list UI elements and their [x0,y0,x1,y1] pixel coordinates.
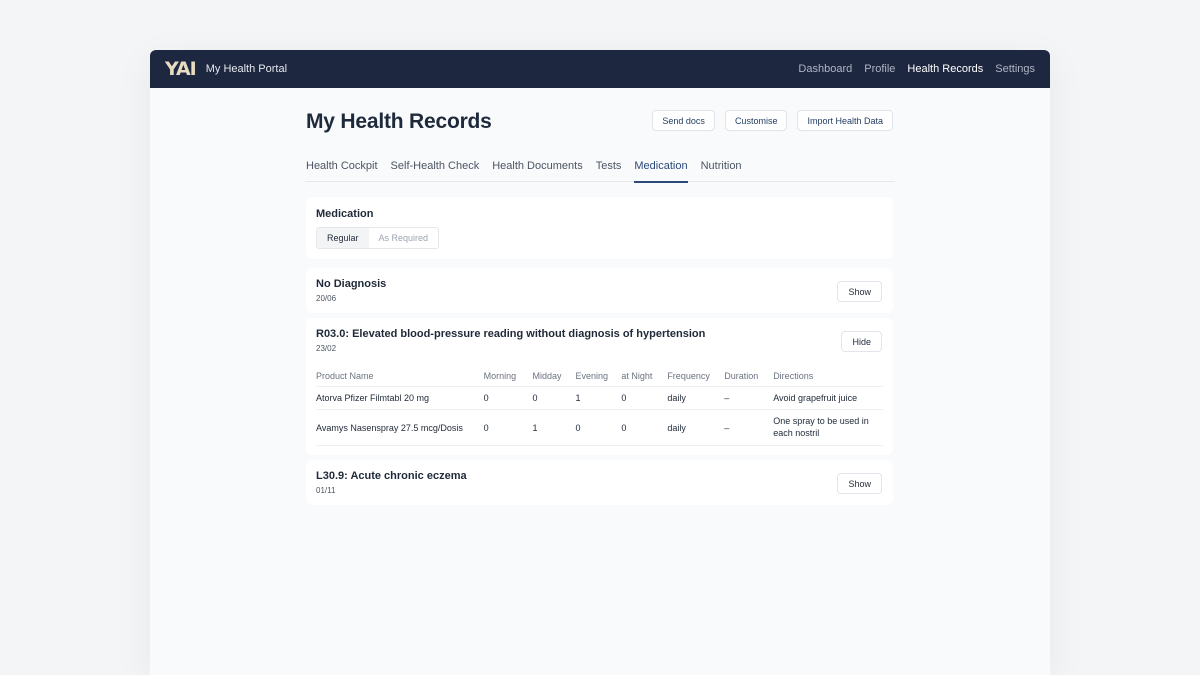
directions: Avoid grapefruit juice [773,386,883,410]
diagnosis-card-r03: R03.0: Elevated blood-pressure reading w… [306,318,893,455]
show-button[interactable]: Show [837,281,882,302]
product-name[interactable]: Avamys Nasenspray 27.5 mcg/Dosis [316,409,484,447]
segment-regular[interactable]: Regular [317,228,369,248]
diagnosis-title: No Diagnosis [316,278,387,290]
product-name[interactable]: Atorva Pfizer Filmtabl 20 mg [316,386,484,410]
diagnosis-title: R03.0: Elevated blood-pressure reading w… [316,328,706,340]
tab-health-cockpit[interactable]: Health Cockpit [306,154,378,183]
page-header: My Health Records Send docs Customise Im… [305,88,895,154]
diagnosis-card-l30: L30.9: Acute chronic eczema 01/11 Show [306,460,893,505]
tab-medication[interactable]: Medication [634,154,688,183]
col-evening: Evening [575,367,622,387]
col-morning: Morning [483,367,533,387]
tab-health-documents[interactable]: Health Documents [492,154,583,183]
col-product-name: Product Name [316,367,484,387]
app-window: YAI My Health Portal Dashboard Profile H… [150,50,1050,675]
diagnosis-date: 20/06 [316,294,337,303]
customise-button[interactable]: Customise [724,110,788,131]
nav-dashboard[interactable]: Dashboard [798,63,852,75]
portal-name: My Health Portal [205,63,288,75]
nav-profile[interactable]: Profile [864,63,895,75]
tab-tests[interactable]: Tests [596,154,622,183]
tab-nutrition[interactable]: Nutrition [701,154,742,183]
medication-type-toggle: Regular As Required [316,227,440,249]
show-button[interactable]: Show [837,473,882,494]
send-docs-button[interactable]: Send docs [652,110,715,131]
medication-card: Medication Regular As Required [306,197,893,259]
col-midday: Midday [532,367,576,387]
evening-dose: 0 [575,409,622,447]
import-health-data-button[interactable]: Import Health Data [797,110,893,131]
main-content: My Health Records Send docs Customise Im… [305,88,895,505]
diagnosis-title: L30.9: Acute chronic eczema [316,470,467,482]
col-frequency: Frequency [667,367,725,387]
diagnosis-date: 23/02 [316,344,337,353]
directions: One spray to be used in each nostril [773,409,883,447]
col-directions: Directions [773,367,883,387]
page-title: My Health Records [306,110,492,133]
tab-self-health-check[interactable]: Self-Health Check [391,154,480,183]
morning-dose: 0 [483,409,533,447]
midday-dose: 1 [532,409,576,447]
logo: YAI [165,57,197,80]
nav-health-records[interactable]: Health Records [907,63,983,75]
medication-title: Medication [316,208,374,220]
medication-table: Product Name Morning Midday Evening at N… [316,367,883,447]
frequency: daily [667,386,725,410]
header-actions: Send docs Customise Import Health Data [652,110,893,131]
table-row: Avamys Nasenspray 27.5 mcg/Dosis 0 1 0 0… [316,409,883,447]
night-dose: 0 [621,386,668,410]
morning-dose: 0 [483,386,533,410]
table-header-row: Product Name Morning Midday Evening at N… [316,367,883,387]
hide-button[interactable]: Hide [841,331,882,352]
nav-settings[interactable]: Settings [995,63,1035,75]
frequency: daily [667,409,725,447]
evening-dose: 1 [575,386,622,410]
col-duration: Duration [724,367,774,387]
midday-dose: 0 [532,386,576,410]
brand[interactable]: YAI My Health Portal [165,57,288,80]
diagnosis-card-no-diagnosis: No Diagnosis 20/06 Show [306,268,893,313]
col-at-night: at Night [621,367,668,387]
diagnosis-date: 01/11 [316,486,336,495]
records-tabs: Health Cockpit Self-Health Check Health … [305,154,895,183]
main-nav: Dashboard Profile Health Records Setting… [798,63,1035,75]
night-dose: 0 [621,409,668,447]
duration: – [724,386,774,410]
top-navbar: YAI My Health Portal Dashboard Profile H… [150,50,1050,88]
duration: – [724,409,774,447]
segment-as-required[interactable]: As Required [369,228,439,248]
table-row: Atorva Pfizer Filmtabl 20 mg 0 0 1 0 dai… [316,386,883,410]
